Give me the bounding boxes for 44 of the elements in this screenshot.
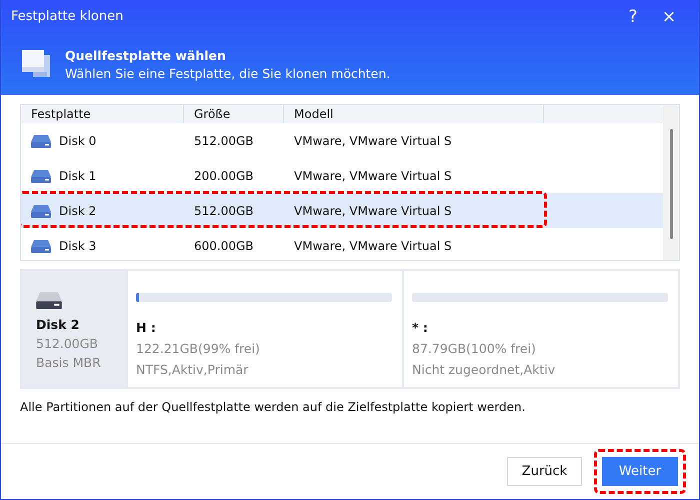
- disk-size: 512.00GB: [193, 134, 255, 148]
- disk-row[interactable]: Disk 3 600.00GB VMware, VMware Virtual S: [21, 228, 663, 260]
- disk-model: VMware, VMware Virtual S: [293, 204, 453, 218]
- disk-icon: [31, 238, 51, 252]
- disk-size: 600.00GB: [193, 238, 255, 252]
- disk-name: Disk 2: [36, 317, 80, 332]
- window-title: Festplatte klonen: [11, 9, 124, 24]
- partition-capacity: 122.21GB(99% frei): [136, 341, 261, 356]
- disk-size: 512.00GB: [193, 204, 255, 218]
- partition-label: H :: [136, 320, 157, 335]
- disk-row[interactable]: Disk 2 512.00GB VMware, VMware Virtual S: [21, 193, 663, 228]
- disk-name: Disk 0: [59, 134, 96, 148]
- disk-clone-icon: [21, 49, 51, 79]
- disk-model: VMware, VMware Virtual S: [293, 238, 453, 252]
- back-button[interactable]: Zurück: [507, 457, 582, 486]
- scroll-thumb[interactable]: [670, 129, 672, 239]
- help-button[interactable]: ?: [615, 6, 651, 26]
- disk-name: Disk 3: [59, 238, 96, 252]
- next-button[interactable]: Weiter: [602, 457, 678, 486]
- disk-type: Basis MBR: [36, 355, 102, 370]
- info-text: Alle Partitionen auf der Quellfestplatte werden auf die Zielfestplatte kopiert werden.: [20, 400, 526, 414]
- disk-icon: [31, 204, 51, 218]
- column-header[interactable]: Festplatte: [21, 105, 184, 123]
- disk-model: VMware, VMware Virtual S: [293, 134, 453, 148]
- scrollbar[interactable]: [663, 105, 679, 260]
- disk-model: VMware, VMware Virtual S: [293, 168, 453, 182]
- partition-details: NTFS,Aktiv,Primär: [136, 362, 250, 377]
- disk-size: 200.00GB: [193, 168, 255, 182]
- step-subtitle: Wählen Sie eine Festplatte, die Sie klonen möchten.: [65, 66, 390, 80]
- column-header[interactable]: Modell: [284, 105, 544, 123]
- column-header[interactable]: Größe: [184, 105, 284, 123]
- partition-details: Nicht zugeordnet,Aktiv: [412, 362, 556, 377]
- close-button[interactable]: ×: [651, 6, 687, 26]
- disk-size: 512.00GB: [36, 336, 99, 351]
- disk-row[interactable]: Disk 0 512.00GB VMware, VMware Virtual S: [21, 123, 663, 158]
- step-title: Quellfestplatte wählen: [65, 48, 227, 62]
- disk-name: Disk 2: [59, 204, 96, 218]
- partition-label: * :: [412, 320, 429, 335]
- partition-capacity: 87.79GB(100% frei): [412, 341, 537, 356]
- disk-icon: [31, 134, 51, 148]
- disk-row[interactable]: Disk 1 200.00GB VMware, VMware Virtual S: [21, 158, 663, 193]
- disk-name: Disk 1: [59, 168, 96, 182]
- disk-icon: [31, 168, 51, 182]
- disk-icon: [36, 291, 62, 309]
